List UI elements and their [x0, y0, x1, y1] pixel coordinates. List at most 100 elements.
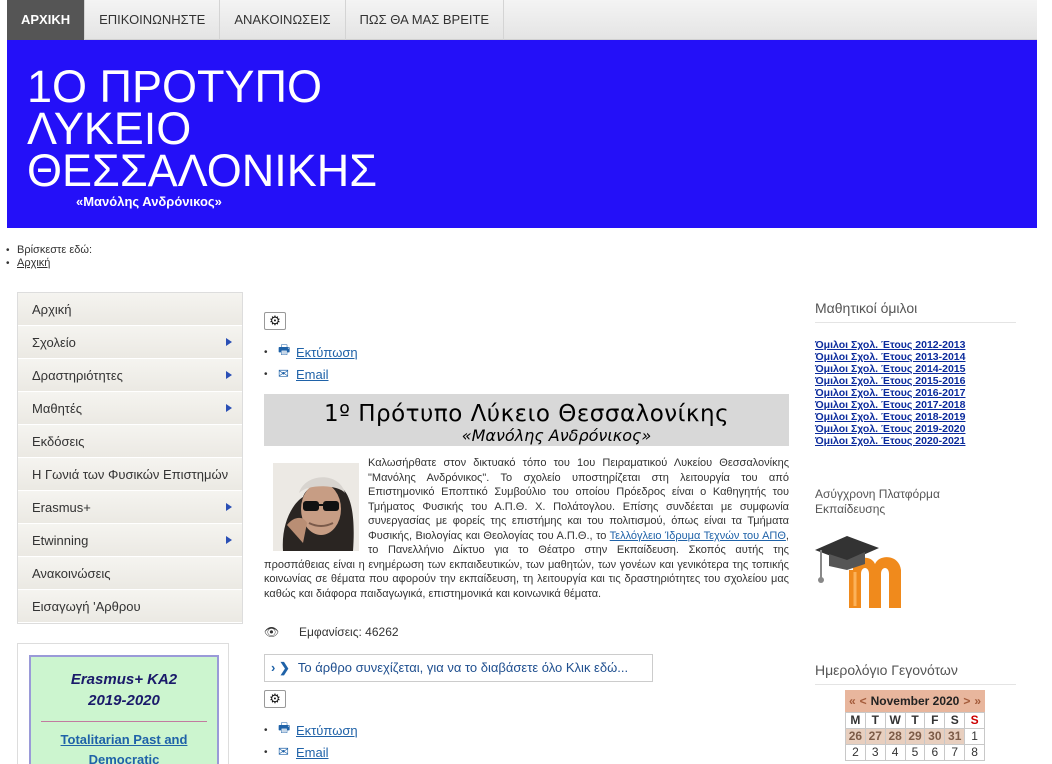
- email-link[interactable]: Email: [296, 745, 329, 760]
- article-subtitle: «Μανόλης Ανδρόνικος»: [461, 426, 652, 445]
- calendar-day[interactable]: 5: [905, 745, 925, 760]
- weekday-mon: M: [846, 713, 865, 728]
- calendar-day[interactable]: 1: [965, 729, 984, 744]
- menu-item-etwinning[interactable]: Etwinning: [18, 524, 242, 557]
- breadcrumb-label-text: Βρίσκεστε εδώ:: [17, 244, 92, 256]
- weekday-wed: W: [885, 713, 905, 728]
- calendar-day[interactable]: 7: [945, 745, 965, 760]
- calendar-day[interactable]: 27: [865, 729, 885, 744]
- calendar-day[interactable]: 2: [846, 745, 865, 760]
- moodle-logo[interactable]: [815, 530, 927, 612]
- clubs-link-2016[interactable]: Όμιλοι Σχολ. Έτους 2016-2017: [815, 387, 965, 399]
- calendar-day[interactable]: 31: [945, 729, 965, 744]
- calendar-day[interactable]: 8: [965, 745, 984, 760]
- clubs-link-2017[interactable]: Όμιλοι Σχολ. Έτους 2017-2018: [815, 399, 965, 411]
- breadcrumb: Βρίσκεστε εδώ: Αρχική: [6, 244, 92, 270]
- nav-find-us[interactable]: ΠΩΣ ΘΑ ΜΑΣ ΒΡΕΙΤΕ: [346, 0, 505, 40]
- weekday-fri: F: [925, 713, 945, 728]
- print-action: 🖶 Εκτύπωση: [264, 341, 358, 363]
- clubs-link-2013[interactable]: Όμιλοι Σχολ. Έτους 2013-2014: [815, 351, 965, 363]
- menu-item-announcements[interactable]: Ανακοινώσεις: [18, 557, 242, 590]
- platform-module-title: Ασύγχρονη Πλατφόρμα Εκπαίδευσης: [815, 487, 940, 516]
- clubs-link-2020[interactable]: Όμιλοι Σχολ. Έτους 2020-2021: [815, 435, 965, 447]
- calendar-day[interactable]: 6: [925, 745, 945, 760]
- menu-item-home[interactable]: Αρχική: [18, 293, 242, 326]
- clubs-link-2014[interactable]: Όμιλοι Σχολ. Έτους 2014-2015: [815, 363, 965, 375]
- breadcrumb-home-link[interactable]: Αρχική: [17, 257, 50, 270]
- envelope-icon: ✉: [278, 366, 289, 381]
- site-title-line2: ΛΥΚΕΙΟ: [27, 103, 192, 154]
- site-title-line3: ΘΕΣΣΑΛΟΝΙΚΗΣ: [27, 145, 378, 196]
- article2-tools-gear-icon[interactable]: ⚙: [264, 690, 286, 708]
- hits-counter: 👁 Εμφανίσεις: 46262: [264, 625, 399, 639]
- calendar-day[interactable]: 4: [885, 745, 905, 760]
- menu-item-science-corner[interactable]: Η Γωνιά των Φυσικών Επιστημών: [18, 458, 242, 491]
- read-more-label: Το άρθρο συνεχίζεται, για να το διαβάσετ…: [297, 660, 629, 675]
- clubs-link-2019[interactable]: Όμιλοι Σχολ. Έτους 2019-2020: [815, 423, 965, 435]
- site-title: 1Ο ΠΡΟΤΥΠΟ ΛΥΚΕΙΟ ΘΕΣΣΑΛΟΝΙΚΗΣ: [27, 61, 378, 196]
- calendar-module-title: Ημερολόγιο Γεγονότων: [815, 662, 1016, 685]
- site-subtitle: «Μανόλης Ανδρόνικος»: [76, 194, 222, 209]
- calendar-month: November 2020: [870, 694, 960, 708]
- prev-year-button[interactable]: «: [847, 694, 858, 708]
- erasmus-divider: [41, 721, 207, 722]
- print-link[interactable]: Εκτύπωση: [296, 345, 358, 360]
- menu-item-students[interactable]: Μαθητές: [18, 392, 242, 425]
- tellogleio-link[interactable]: Τελλόγλειο Ίδρυμα Τεχνών του ΑΠΘ: [610, 530, 786, 542]
- clubs-list: Όμιλοι Σχολ. Έτους 2012-2013 Όμιλοι Σχολ…: [815, 339, 965, 447]
- nav-announcements[interactable]: ΑΝΑΚΟΙΝΩΣΕΙΣ: [220, 0, 346, 40]
- weekday-sat: S: [945, 713, 965, 728]
- nav-home[interactable]: ΑΡΧΙΚΗ: [7, 0, 86, 40]
- erasmus-project-link[interactable]: Totalitarian Past and Democratic: [31, 730, 217, 764]
- article-heading-block: 1º Πρότυπο Λύκειο Θεσσαλονίκης «Μανόλης …: [264, 394, 789, 446]
- calendar-day[interactable]: 29: [905, 729, 925, 744]
- weekday-sun: S: [965, 713, 984, 728]
- weekday-thu: T: [905, 713, 925, 728]
- menu-item-label: Δραστηριότητες: [32, 368, 123, 383]
- breadcrumb-label: Βρίσκεστε εδώ:: [6, 244, 92, 257]
- clubs-link-2012[interactable]: Όμιλοι Σχολ. Έτους 2012-2013: [815, 339, 965, 351]
- site-title-line1: 1Ο ΠΡΟΤΥΠΟ: [27, 61, 323, 112]
- menu-item-label: Ανακοινώσεις: [32, 566, 111, 581]
- menu-item-publications[interactable]: Εκδόσεις: [18, 425, 242, 458]
- menu-item-activities[interactable]: Δραστηριότητες: [18, 359, 242, 392]
- erasmus-module: Erasmus+ KA2 2019-2020 Totalitarian Past…: [17, 643, 229, 764]
- menu-item-label: Εισαγωγή 'Αρθρου: [32, 599, 141, 614]
- next-year-button[interactable]: »: [972, 694, 983, 708]
- erasmus-title: Erasmus+ KA2 2019-2020: [31, 669, 217, 711]
- article2-actions: 🖶 Εκτύπωση ✉ Email: [264, 719, 358, 763]
- calendar-day[interactable]: 3: [865, 745, 885, 760]
- breadcrumb-home: Αρχική: [6, 257, 92, 270]
- article-title: 1º Πρότυπο Λύκειο Θεσσαλονίκης: [323, 401, 730, 427]
- printer-icon: 🖶: [278, 342, 291, 357]
- submenu-arrow-icon: [226, 503, 232, 511]
- menu-item-label: Η Γωνιά των Φυσικών Επιστημών: [32, 467, 229, 482]
- top-navigation: ΑΡΧΙΚΗ ΕΠΙΚΟΙΝΩΝΗΣΤΕ ΑΝΑΚΟΙΝΩΣΕΙΣ ΠΩΣ ΘΑ…: [7, 0, 1037, 40]
- email-link[interactable]: Email: [296, 367, 329, 382]
- calendar-day[interactable]: 28: [885, 729, 905, 744]
- menu-item-submit-article[interactable]: Εισαγωγή 'Αρθρου: [18, 590, 242, 623]
- prev-month-button[interactable]: <: [858, 694, 869, 708]
- erasmus-title-line2: 2019-2020: [88, 692, 160, 709]
- clubs-module-title: Μαθητικοί όμιλοι: [815, 300, 1016, 323]
- calendar-day[interactable]: 30: [925, 729, 945, 744]
- read-more-button[interactable]: › ❯ Το άρθρο συνεχίζεται, για να το διαβά…: [264, 654, 653, 682]
- email-action: ✉ Email: [264, 741, 358, 763]
- article-actions: 🖶 Εκτύπωση ✉ Email: [264, 341, 358, 385]
- clubs-link-2018[interactable]: Όμιλοι Σχολ. Έτους 2018-2019: [815, 411, 965, 423]
- calendar-header: « < November 2020 > »: [845, 690, 985, 712]
- print-action: 🖶 Εκτύπωση: [264, 719, 358, 741]
- chevron-right-icon: › ❯: [271, 660, 290, 675]
- portrait-photo: [273, 463, 359, 551]
- next-month-button[interactable]: >: [961, 694, 972, 708]
- eye-icon: 👁: [264, 625, 280, 639]
- nav-contact[interactable]: ΕΠΙΚΟΙΝΩΝΗΣΤΕ: [85, 0, 221, 40]
- menu-item-label: Εκδόσεις: [32, 434, 85, 449]
- menu-item-erasmus[interactable]: Erasmus+: [18, 491, 242, 524]
- print-link[interactable]: Εκτύπωση: [296, 723, 358, 738]
- clubs-link-2015[interactable]: Όμιλοι Σχολ. Έτους 2015-2016: [815, 375, 965, 387]
- menu-item-label: Μαθητές: [32, 401, 83, 416]
- menu-item-school[interactable]: Σχολείο: [18, 326, 242, 359]
- article-tools-gear-icon[interactable]: ⚙: [264, 312, 286, 330]
- calendar-day[interactable]: 26: [846, 729, 865, 744]
